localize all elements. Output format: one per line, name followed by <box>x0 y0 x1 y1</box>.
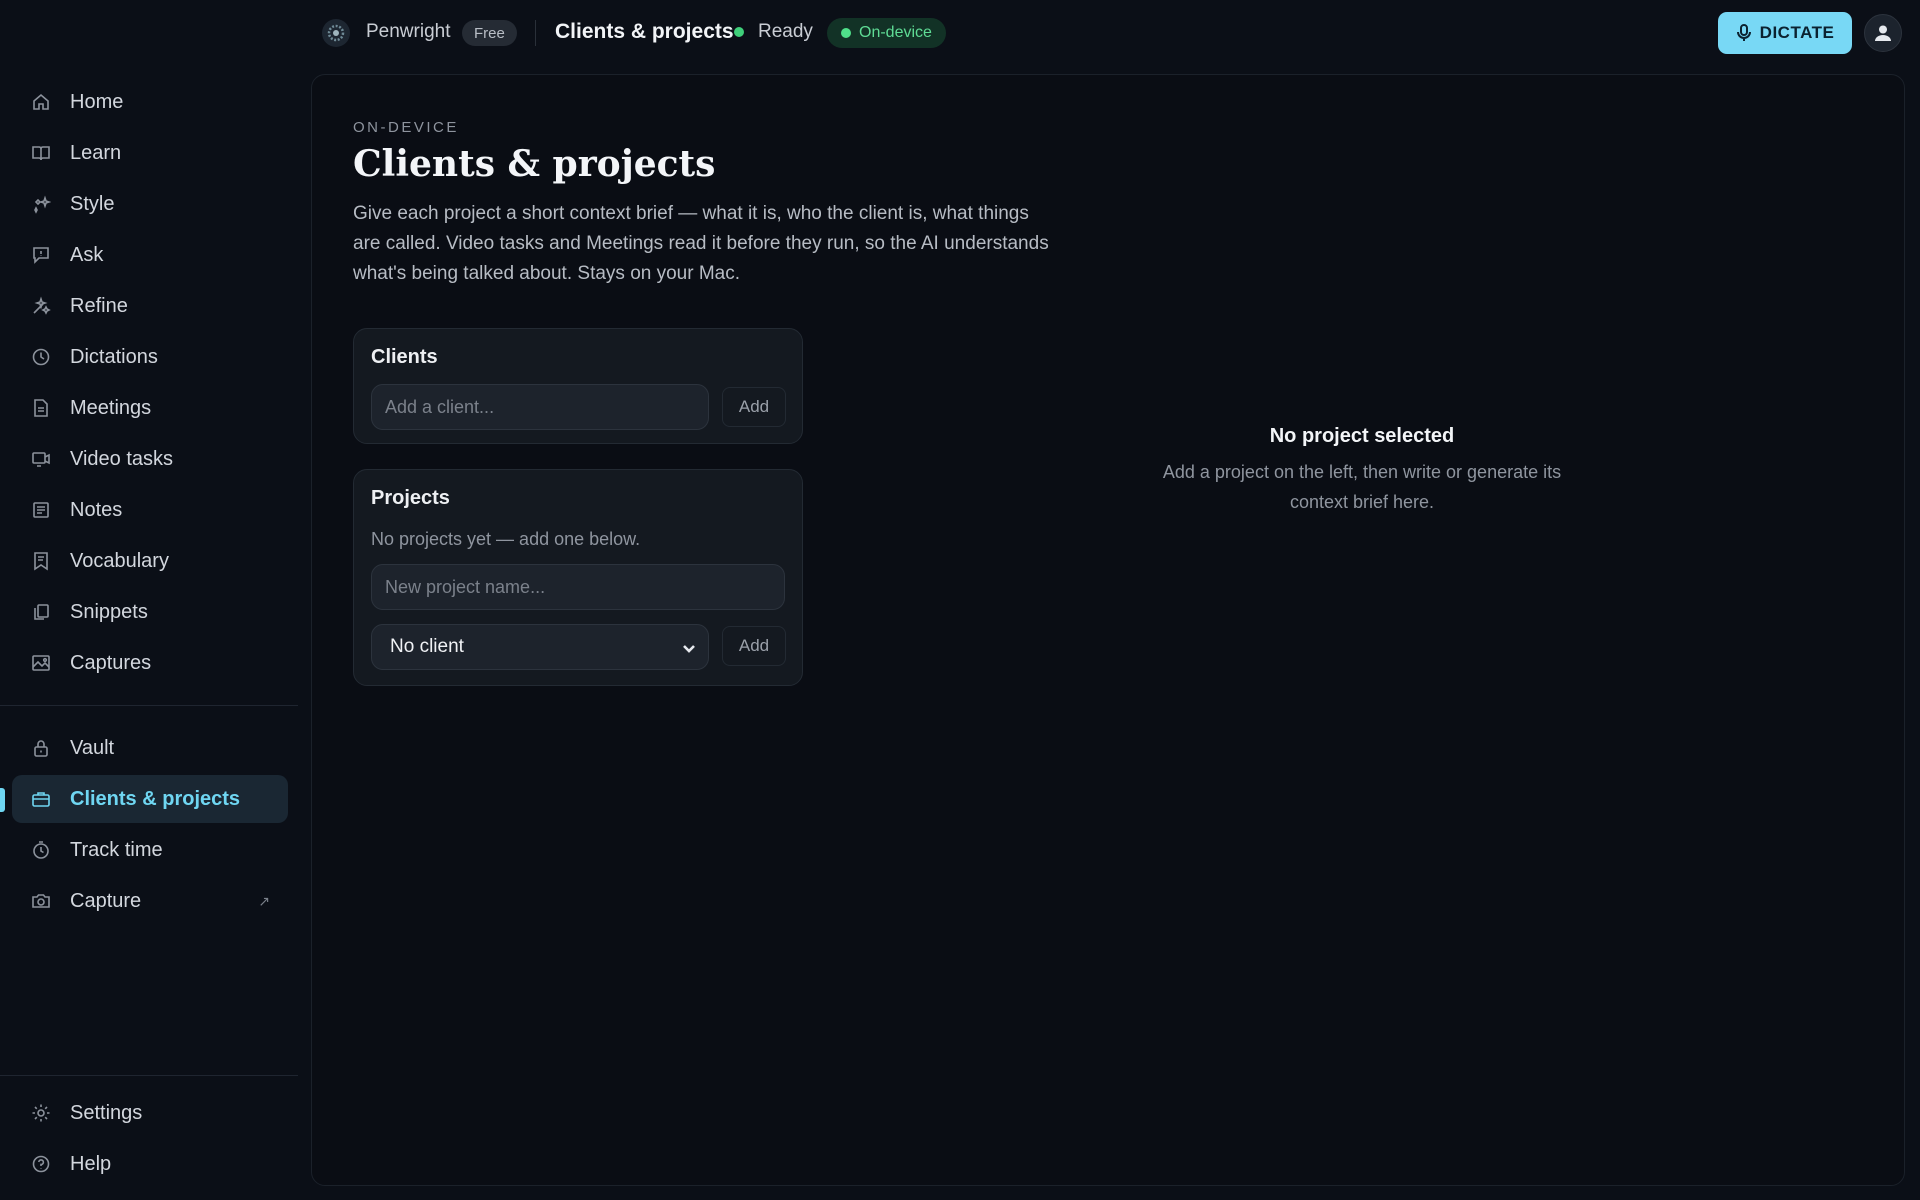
sidebar-item-label: Settings <box>70 1101 143 1124</box>
sidebar-item-vault[interactable]: Vault <box>12 724 288 772</box>
sidebar-item-label: Dictations <box>70 345 158 368</box>
magic-icon <box>30 295 52 317</box>
sidebar-item-label: Learn <box>70 141 122 164</box>
on-device-dot <box>841 28 851 38</box>
clock-icon <box>30 346 52 368</box>
sidebar-item-learn[interactable]: Learn <box>12 129 288 177</box>
status-indicator: Ready <box>734 21 813 43</box>
add-client-button[interactable]: Add <box>722 387 786 427</box>
on-device-label: On-device <box>859 24 932 41</box>
sidebar-item-home[interactable]: Home <box>12 78 288 126</box>
sidebar-item-meetings[interactable]: Meetings <box>12 384 288 432</box>
sidebar-item-track-time[interactable]: Track time <box>12 826 288 874</box>
chevron-down-icon <box>680 639 698 657</box>
sidebar-item-capture[interactable]: Capture ↗ <box>12 877 288 925</box>
lock-icon <box>30 737 52 759</box>
header-title: Clients & projects <box>555 20 734 43</box>
sidebar-item-label: Snippets <box>70 600 148 623</box>
sidebar-item-refine[interactable]: Refine <box>12 282 288 330</box>
book-icon <box>30 142 52 164</box>
sidebar-item-label: Help <box>70 1152 112 1175</box>
sidebar-item-help[interactable]: Help <box>12 1140 288 1188</box>
clients-card-title: Clients <box>371 346 438 368</box>
on-device-badge: On-device <box>827 18 946 48</box>
sparkle-icon <box>30 193 52 215</box>
sidebar-item-label: Vocabulary <box>70 549 169 572</box>
page-description: Give each project a short context brief … <box>353 203 1049 284</box>
page-title: Clients & projects <box>353 143 716 185</box>
sidebar-item-label: Home <box>70 90 124 113</box>
sidebar-item-snippets[interactable]: Snippets <box>12 588 288 636</box>
notes-icon <box>30 499 52 521</box>
projects-card: Projects No projects yet — add one below… <box>353 469 803 686</box>
projects-empty-text: No projects yet — add one below. <box>371 529 641 549</box>
user-avatar[interactable] <box>1864 14 1902 52</box>
sidebar-item-label: Meetings <box>70 396 152 419</box>
sidebar-item-dictations[interactable]: Dictations <box>12 333 288 381</box>
sidebar-item-label: Ask <box>70 243 104 266</box>
active-indicator <box>0 788 5 812</box>
sidebar-item-settings[interactable]: Settings <box>12 1089 288 1137</box>
sidebar-item-video-tasks[interactable]: Video tasks <box>12 435 288 483</box>
main-panel: ON-DEVICE Clients & projects Give each p… <box>311 74 1905 1186</box>
bookmark-icon <box>30 550 52 572</box>
copy-icon <box>30 601 52 623</box>
projects-card-title: Projects <box>371 487 450 509</box>
sidebar-divider <box>0 1075 298 1076</box>
camera-icon <box>30 890 52 912</box>
image-icon <box>30 652 52 674</box>
sidebar-divider <box>0 705 298 706</box>
document-icon <box>30 397 52 419</box>
sidebar-item-clients-projects[interactable]: Clients & projects <box>12 775 288 823</box>
gear-icon <box>30 1102 52 1124</box>
brand-name: Penwright <box>366 21 451 42</box>
timer-icon <box>30 839 52 861</box>
dictate-button[interactable]: DICTATE <box>1718 12 1852 54</box>
status-text: Ready <box>758 21 813 42</box>
sidebar-item-label: Notes <box>70 498 123 521</box>
dictate-label: DICTATE <box>1759 23 1835 42</box>
sidebar-item-notes[interactable]: Notes <box>12 486 288 534</box>
add-project-button[interactable]: Add <box>722 626 786 666</box>
app-window: Home Learn Style Ask Refine Dictations M… <box>0 0 1920 1200</box>
sidebar-item-label: Style <box>70 192 115 215</box>
new-project-input[interactable] <box>371 564 785 610</box>
video-icon <box>30 448 52 470</box>
sidebar-item-label: Video tasks <box>70 447 174 470</box>
sidebar-item-label: Captures <box>70 651 152 674</box>
sidebar-item-label: Track time <box>70 838 163 861</box>
briefcase-icon <box>30 788 52 810</box>
app-logo-icon <box>322 19 350 47</box>
add-client-input[interactable] <box>371 384 709 430</box>
user-icon <box>1875 25 1891 41</box>
sidebar-item-captures[interactable]: Captures <box>12 639 288 687</box>
empty-state-title: No project selected <box>1269 425 1455 447</box>
chat-icon <box>30 244 52 266</box>
sidebar-item-ask[interactable]: Ask <box>12 231 288 279</box>
sidebar-item-style[interactable]: Style <box>12 180 288 228</box>
sidebar-item-vocabulary[interactable]: Vocabulary <box>12 537 288 585</box>
external-link-icon: ↗ <box>258 892 270 909</box>
plan-badge: Free <box>462 20 517 46</box>
page-eyebrow: ON-DEVICE <box>353 119 459 136</box>
microphone-icon <box>1736 24 1751 41</box>
status-dot <box>734 27 744 37</box>
home-icon <box>30 91 52 113</box>
sidebar-item-label: Vault <box>70 736 115 759</box>
clients-card: Clients Add <box>353 328 803 444</box>
help-icon <box>30 1153 52 1175</box>
header-divider <box>535 20 536 46</box>
client-select-value: No client <box>390 636 464 657</box>
top-bar: Penwright Free Clients & projects Ready … <box>300 0 1920 66</box>
empty-state-description: Add a project on the left, then write or… <box>1162 462 1562 512</box>
sidebar-item-label: Capture <box>70 889 142 912</box>
sidebar-item-label: Refine <box>70 294 128 317</box>
sidebar-item-label: Clients & projects <box>70 787 241 810</box>
client-select[interactable]: No client <box>371 624 709 670</box>
sidebar: Home Learn Style Ask Refine Dictations M… <box>0 0 300 1200</box>
